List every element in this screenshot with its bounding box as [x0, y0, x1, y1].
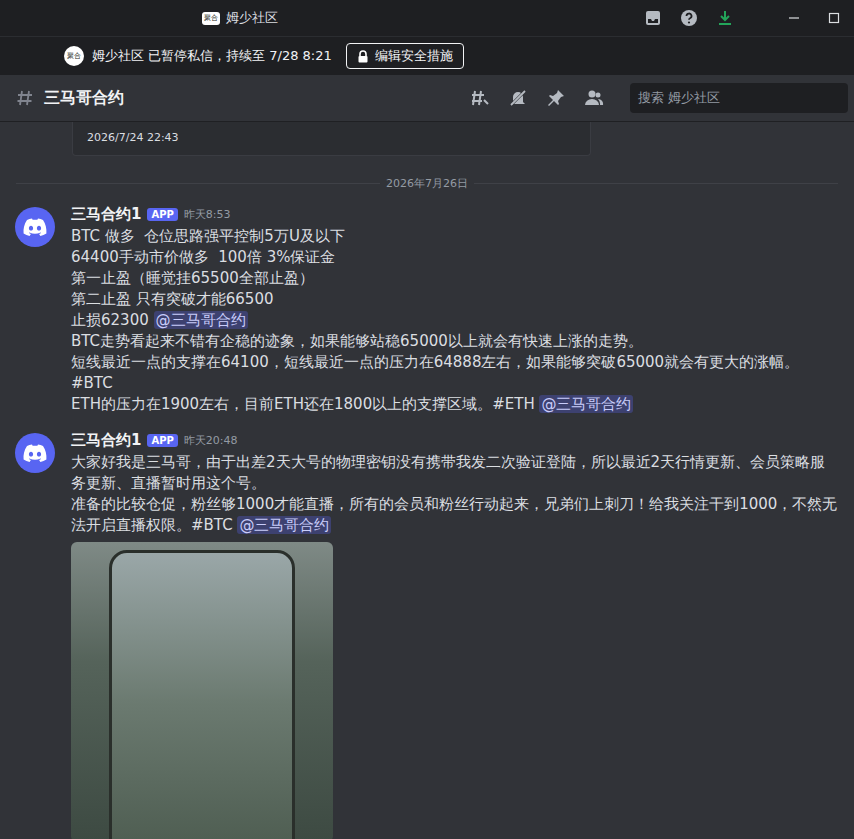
hashtag-icon	[16, 89, 34, 107]
mention[interactable]: @三马哥合约	[154, 311, 248, 329]
app-badge: APP	[147, 434, 177, 447]
photo-attachment[interactable]	[71, 542, 333, 839]
app-logo: 聚合	[202, 12, 220, 25]
author-name[interactable]: 三马合约1	[71, 205, 141, 224]
channel-name: 三马哥合约	[44, 88, 124, 109]
lock-icon	[357, 50, 369, 63]
inbox-icon[interactable]	[644, 9, 662, 27]
discord-logo-icon	[23, 218, 47, 236]
members-icon[interactable]	[584, 88, 604, 108]
message-text: 64400手动市价做多 100倍 3%保证金	[71, 248, 335, 266]
message-line: 准备的比较仓促，粉丝够1000才能直播，所有的会员和粉丝行动起来，兄弟们上刺刀！…	[71, 494, 840, 536]
message-text: 短线最近一点的支撑在64100，短线最近一点的压力在64888左右，如果能够突破…	[71, 353, 799, 371]
mute-bell-icon[interactable]	[508, 88, 528, 108]
message-line: #BTC	[71, 373, 840, 394]
mention[interactable]: @三马哥合约	[237, 516, 331, 534]
channel-header: 三马哥合约 搜索 姆少社区	[0, 75, 854, 122]
message-line: 大家好我是三马哥，由于出差2天大号的物理密钥没有携带我发二次验证登陆，所以最近2…	[71, 452, 840, 494]
message-line: 64400手动市价做多 100倍 3%保证金	[71, 247, 840, 268]
threads-icon[interactable]	[470, 88, 490, 108]
message-text: 第一止盈（睡觉挂65500全部止盈）	[71, 269, 314, 287]
discord-window: 聚合姆少社区聚合姆少社区 已暂停私信，持续至 7/28 8:21编辑安全措施三马…	[0, 0, 854, 839]
maximize-icon[interactable]	[828, 12, 840, 24]
message-text: 大家好我是三马哥，由于出差2天大号的物理密钥没有携带我发二次验证登陆，所以最近2…	[71, 453, 825, 492]
notice-text: 姆少社区 已暂停私信，持续至 7/28 8:21	[92, 47, 332, 65]
embed-time: 2026/7/24 22:43	[87, 131, 179, 144]
message-line: 止损62300 @三马哥合约	[71, 310, 840, 331]
message-time: 昨天8:53	[184, 207, 231, 222]
previous-embed-card: 2026/7/24 22:43	[72, 122, 591, 156]
message-line: BTC走势看起来不错有企稳的迹象，如果能够站稳65000以上就会有快速上涨的走势…	[71, 331, 840, 352]
window-title: 姆少社区	[226, 9, 278, 27]
title-bar: 聚合姆少社区	[0, 0, 854, 36]
notice-bar: 聚合姆少社区 已暂停私信，持续至 7/28 8:21 编辑安全措施	[0, 36, 854, 75]
message-text: BTC 做多 仓位思路强平控制5万U及以下	[71, 227, 345, 245]
message-text: 第二止盈 只有突破才能66500	[71, 290, 274, 308]
help-icon[interactable]	[680, 9, 698, 27]
message-line: 第一止盈（睡觉挂65500全部止盈）	[71, 268, 840, 289]
message-text: #BTC	[71, 374, 113, 392]
message-line: 第二止盈 只有突破才能66500	[71, 289, 840, 310]
message-text: 止损62300	[71, 311, 154, 329]
avatar[interactable]	[15, 433, 55, 473]
message-text: BTC走势看起来不错有企稳的迹象，如果能够站稳65000以上就会有快速上涨的走势…	[71, 332, 643, 350]
download-icon[interactable]	[716, 9, 734, 27]
message-line: BTC 做多 仓位思路强平控制5万U及以下	[71, 226, 840, 247]
date-divider: 2026年7月26日	[16, 176, 838, 191]
discord-logo-icon	[23, 444, 47, 462]
message-text: 准备的比较仓促，粉丝够1000才能直播，所有的会员和粉丝行动起来，兄弟们上刺刀！…	[71, 495, 837, 534]
message-line: 短线最近一点的支撑在64100，短线最近一点的压力在64888左右，如果能够突破…	[71, 352, 840, 373]
app-badge: APP	[147, 208, 177, 221]
edit-security-button[interactable]: 编辑安全措施	[346, 43, 464, 69]
minimize-icon[interactable]	[788, 12, 800, 24]
avatar[interactable]	[15, 207, 55, 247]
pin-icon[interactable]	[546, 88, 566, 108]
message-list: 2026/7/24 22:43 2026年7月26日三马合约1 APP 昨天8:53 B…	[0, 122, 854, 839]
mention[interactable]: @三马哥合约	[539, 395, 633, 413]
search-field[interactable]: 搜索 姆少社区	[630, 83, 848, 113]
message: 三马合约1 APP 昨天20:48 大家好我是三马哥，由于出差2天大号的物理密钥没有携…	[0, 425, 854, 839]
message-line: ETH的压力在1900左右，目前ETH还在1800以上的支撑区域。#ETH @三…	[71, 394, 840, 415]
server-icon: 聚合	[64, 46, 84, 66]
message-time: 昨天20:48	[184, 433, 238, 448]
author-name[interactable]: 三马合约1	[71, 431, 141, 450]
message-text: ETH的压力在1900左右，目前ETH还在1800以上的支撑区域。#ETH	[71, 395, 539, 413]
message: 三马合约1 APP 昨天8:53 BTC 做多 仓位思路强平控制5万U及以下 64400…	[0, 199, 854, 425]
